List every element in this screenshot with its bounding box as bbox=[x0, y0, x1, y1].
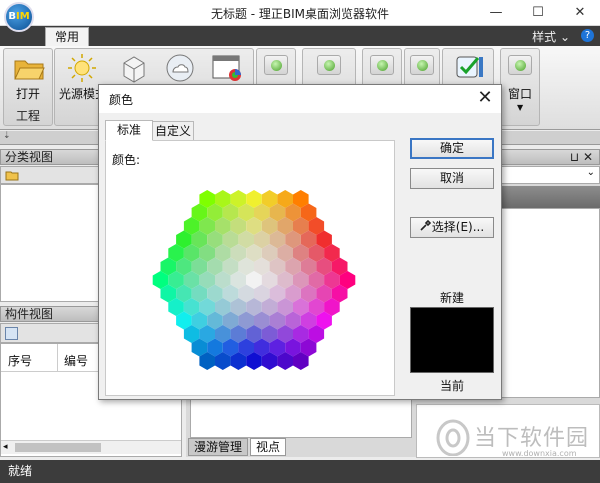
tab-roaming[interactable]: 漫游管理 bbox=[188, 438, 248, 456]
help-icon[interactable]: ? bbox=[581, 29, 594, 42]
open-button[interactable]: 打开 bbox=[4, 85, 52, 102]
ribbon-tab-bar bbox=[0, 26, 600, 46]
style-menu[interactable]: 样式 ⌄ bbox=[532, 28, 570, 45]
dialog-close-button[interactable]: ✕ bbox=[475, 87, 495, 109]
chevron-down-icon: ⌄ bbox=[586, 167, 595, 178]
right-panel-header bbox=[500, 186, 600, 208]
tab-common[interactable]: 常用 bbox=[45, 27, 89, 46]
style-menu-label: 样式 bbox=[532, 30, 557, 44]
current-label: 当前 bbox=[439, 379, 464, 393]
title-bar: 无标题 - 理正BIM桌面浏览器软件 — ☐ ✕ bbox=[0, 0, 600, 26]
logo-b: B bbox=[8, 11, 16, 22]
ribbon-group-project: 打开 工程 bbox=[3, 48, 53, 126]
right-panel-controls[interactable]: ⊔ ✕ bbox=[500, 149, 600, 165]
folder-open-icon bbox=[13, 55, 45, 81]
watermark: 当下软件园 www.downxia.com bbox=[434, 416, 588, 460]
tab-custom[interactable]: 自定义 bbox=[152, 121, 194, 141]
cube-icon[interactable] bbox=[119, 53, 149, 83]
app-logo[interactable]: BIM bbox=[4, 2, 34, 32]
tool-light-icon[interactable] bbox=[264, 55, 288, 75]
eyedropper-icon bbox=[420, 218, 432, 237]
horizontal-scrollbar[interactable]: ◂ bbox=[1, 440, 181, 454]
grid-icon[interactable] bbox=[5, 327, 18, 340]
tab-standard[interactable]: 标准 bbox=[105, 120, 153, 141]
ribbon-group-window: 窗口 ▼ bbox=[500, 48, 540, 126]
minimize-button[interactable]: — bbox=[476, 0, 516, 26]
pick-color-button[interactable]: 选择(E)... bbox=[410, 217, 494, 238]
cloud-icon[interactable] bbox=[165, 53, 195, 83]
watermark-text: 当下软件园 bbox=[474, 426, 590, 451]
tool-light-icon[interactable] bbox=[410, 55, 434, 75]
standard-tab-page: 颜色: bbox=[105, 140, 395, 396]
right-dropdown[interactable]: ⌄ bbox=[500, 166, 600, 184]
new-label: 新建 bbox=[439, 291, 464, 305]
tool-light-icon[interactable] bbox=[317, 55, 341, 75]
status-bar: 就绪 bbox=[0, 460, 600, 483]
chevron-down-icon: ⌄ bbox=[559, 30, 570, 44]
bottom-panel-body bbox=[190, 398, 412, 438]
watermark-url: www.downxia.com bbox=[502, 449, 577, 458]
maximize-button[interactable]: ☐ bbox=[518, 0, 558, 26]
new-color-swatch bbox=[410, 307, 494, 373]
dialog-title-bar: 颜色 ✕ bbox=[99, 85, 501, 113]
scroll-left-icon[interactable]: ◂ bbox=[3, 442, 8, 452]
cancel-button[interactable]: 取消 bbox=[410, 168, 494, 189]
color-palette-icon[interactable] bbox=[211, 53, 243, 83]
column-divider bbox=[57, 344, 58, 372]
color-dialog: 颜色 ✕ 标准 自定义 颜色: 确定 取消 选择(E)... 新建 当前 bbox=[98, 84, 502, 400]
ok-button[interactable]: 确定 bbox=[410, 138, 494, 159]
sun-icon bbox=[67, 53, 97, 83]
check-icon[interactable] bbox=[455, 53, 485, 81]
pick-color-label: 选择(E)... bbox=[431, 220, 485, 234]
right-panel-body bbox=[500, 208, 600, 398]
group-label-project: 工程 bbox=[15, 109, 40, 123]
window-button[interactable]: 窗口 bbox=[501, 85, 539, 102]
close-button[interactable]: ✕ bbox=[560, 0, 600, 26]
chevron-down-icon: ▼ bbox=[517, 103, 524, 112]
scrollbar-thumb[interactable] bbox=[15, 443, 101, 452]
column-header-code[interactable]: 编号 bbox=[64, 352, 88, 369]
new-folder-icon[interactable] bbox=[5, 169, 19, 181]
column-header-index[interactable]: 序号 bbox=[8, 352, 32, 369]
color-honeycomb[interactable] bbox=[144, 185, 364, 375]
color-label: 颜色: bbox=[112, 153, 141, 167]
dialog-title: 颜色 bbox=[109, 93, 134, 107]
window-light-icon bbox=[508, 55, 532, 75]
watermark-logo-icon bbox=[436, 418, 470, 457]
tab-viewpoint[interactable]: 视点 bbox=[250, 438, 286, 456]
collapse-arrow-icon[interactable]: ⇣ bbox=[3, 131, 11, 141]
tool-light-icon[interactable] bbox=[370, 55, 394, 75]
logo-im: IM bbox=[15, 11, 30, 22]
